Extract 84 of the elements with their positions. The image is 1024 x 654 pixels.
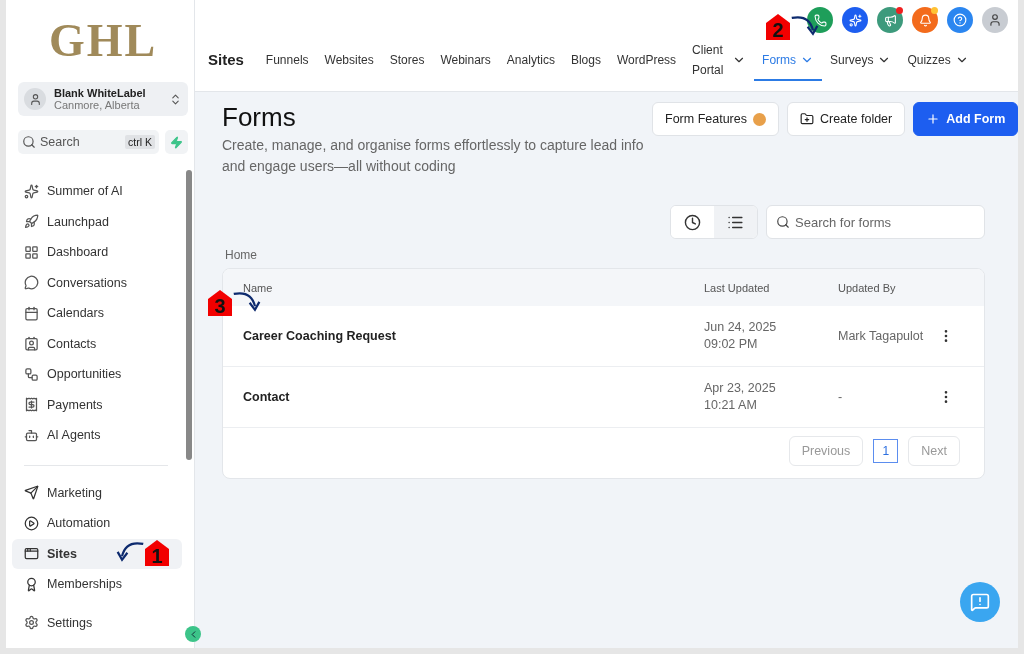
column-header: Name: [243, 281, 273, 294]
menu-icon: [24, 183, 39, 199]
phone-icon[interactable]: [807, 7, 833, 33]
chevrons-icon: [169, 92, 182, 106]
search-field[interactable]: Search ctrl K: [18, 130, 159, 154]
collapse-button[interactable]: [185, 626, 201, 642]
emoji-icon: [752, 112, 766, 126]
bell-icon[interactable]: [912, 7, 938, 33]
sidebar-item[interactable]: Memberships: [12, 569, 182, 600]
sidebar-item[interactable]: Summer of AI: [12, 176, 182, 207]
menu-icon: [24, 275, 39, 291]
search-icon: [776, 215, 790, 229]
breadcrumb[interactable]: Home: [225, 248, 257, 262]
account-switcher[interactable]: Blank WhiteLabel Canmore, Alberta: [18, 82, 188, 116]
column-header: Last Updated: [704, 281, 770, 294]
table-row[interactable]: Contact Apr 23, 2025 10:21 AM -: [223, 367, 984, 428]
clock-icon: [684, 213, 701, 231]
sidebar-item[interactable]: Opportunities: [12, 359, 182, 390]
nav-tab[interactable]: Stores: [381, 41, 433, 82]
page-number[interactable]: 1: [873, 439, 899, 463]
menu-icon: [24, 397, 39, 413]
scrollbar[interactable]: [186, 170, 192, 460]
settings-icon: [24, 615, 39, 631]
sidebar-item[interactable]: Payments: [12, 389, 182, 420]
view-button[interactable]: [714, 206, 757, 238]
page-title: Forms: [222, 102, 297, 133]
nav-tab[interactable]: Analytics: [498, 41, 563, 82]
page-description: Create, manage, and organise forms effortlessly to capture lead info and engage users—all without coding: [222, 136, 645, 176]
nav-tab[interactable]: Quizzes: [899, 41, 977, 82]
search-placeholder: Search: [40, 135, 81, 149]
menu-icon: [24, 546, 39, 562]
date-cell: Jun 24, 2025 09:02 PM: [704, 319, 777, 353]
menu-icon: [24, 305, 39, 321]
sidebar-item[interactable]: Automation: [12, 508, 182, 539]
menu-icon: [24, 485, 39, 501]
megaphone-icon[interactable]: [877, 7, 903, 33]
author-cell: -: [838, 388, 843, 406]
sidebar-item[interactable]: Marketing: [12, 477, 182, 508]
sidebar-item[interactable]: Dashboard: [12, 237, 182, 268]
nav-tab[interactable]: WordPress: [608, 41, 685, 82]
nav-tab[interactable]: Surveys: [822, 41, 900, 82]
form-name[interactable]: Career Coaching Request: [243, 329, 396, 343]
curved-arrow-icon: [115, 540, 145, 562]
sidebar-item[interactable]: Launchpad: [12, 206, 182, 237]
column-header: Updated By: [838, 281, 896, 294]
action-button[interactable]: Create folder: [786, 102, 906, 136]
folder-plus-icon: [799, 112, 814, 126]
date-cell: Apr 23, 2025 10:21 AM: [704, 380, 776, 414]
plus-icon: [926, 112, 941, 126]
logo: GHL: [47, 14, 159, 68]
lightning-icon: [170, 135, 183, 149]
help-icon[interactable]: [947, 7, 973, 33]
form-name[interactable]: Contact: [243, 390, 290, 404]
search-field[interactable]: Search for forms: [766, 205, 985, 239]
sparkles-icon[interactable]: [842, 7, 868, 33]
sidebar-item[interactable]: Contacts: [12, 328, 182, 359]
author-cell: Mark Tagapulot: [838, 327, 924, 345]
nav-tab[interactable]: Websites: [316, 41, 382, 82]
curved-arrow-icon: [232, 290, 262, 312]
menu-icon: [24, 576, 39, 592]
search-icon: [22, 135, 36, 149]
action-button[interactable]: Add Form: [913, 102, 1019, 136]
account-name: Blank WhiteLabel: [54, 87, 147, 99]
nav-tab[interactable]: Blogs: [562, 41, 609, 82]
nav-tab[interactable]: Client Portal: [684, 41, 755, 82]
feedback-icon: [970, 592, 990, 612]
sidebar-item[interactable]: Conversations: [12, 267, 182, 298]
sidebar-item[interactable]: Calendars: [12, 298, 182, 329]
avatar[interactable]: [982, 7, 1008, 33]
action-button[interactable]: Form Features: [652, 102, 779, 136]
section-title: Sites: [208, 50, 244, 68]
menu-icon: [24, 244, 39, 260]
nav-tab[interactable]: Funnels: [257, 41, 317, 82]
settings-item[interactable]: Settings: [12, 607, 182, 638]
menu-icon: [24, 427, 39, 443]
curved-arrow-icon: [790, 14, 820, 36]
nav-tab[interactable]: Webinars: [432, 41, 499, 82]
menu-icon: [24, 515, 39, 531]
shortcut-key: ctrl K: [125, 135, 155, 149]
menu-icon: [24, 336, 39, 352]
sidebar-item[interactable]: AI Agents: [12, 420, 182, 451]
account-location: Canmore, Alberta: [54, 99, 141, 111]
menu-icon: [24, 366, 39, 382]
menu-icon: [24, 214, 39, 230]
